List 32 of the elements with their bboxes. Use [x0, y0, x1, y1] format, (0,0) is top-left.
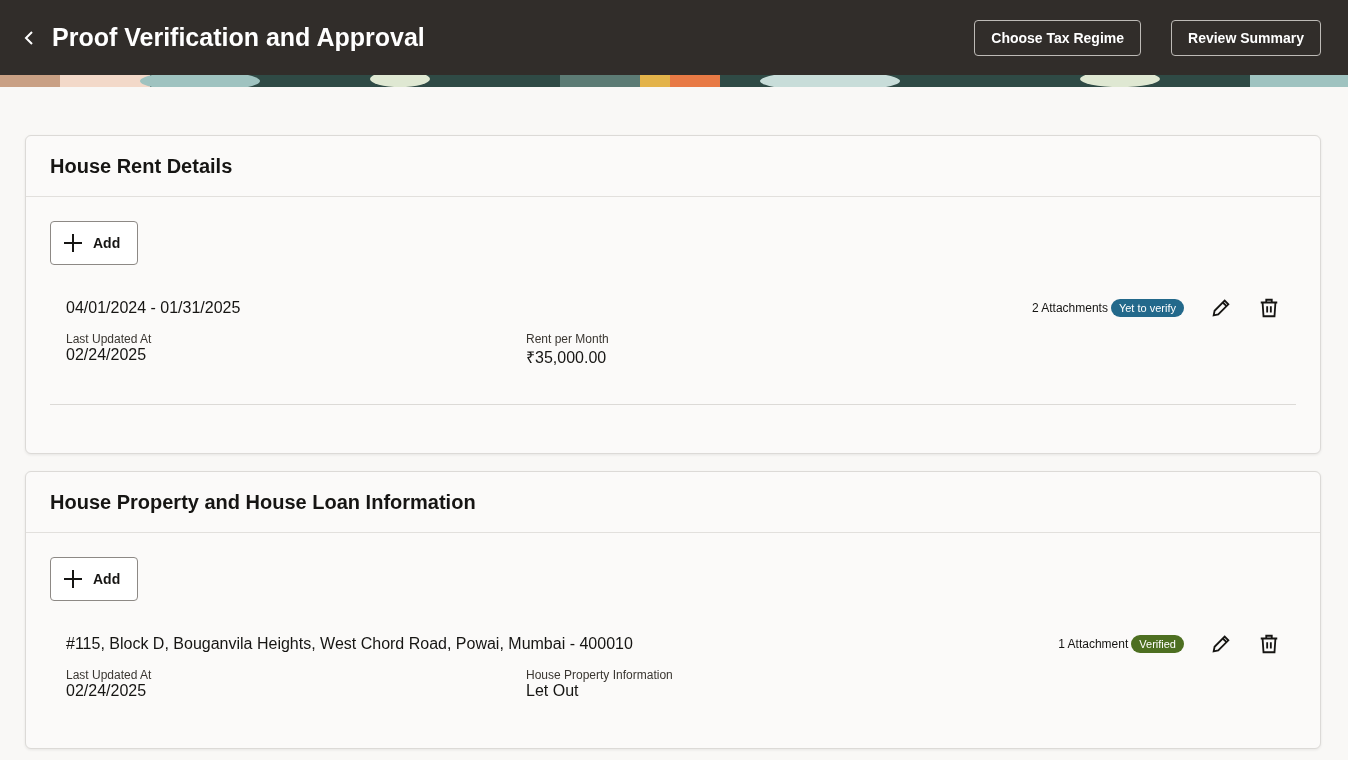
- edit-button[interactable]: [1210, 633, 1232, 655]
- section-title: House Rent Details: [50, 154, 233, 178]
- add-button[interactable]: Add: [50, 557, 138, 601]
- header-button[interactable]: Choose Tax Regime: [974, 19, 1142, 56]
- field-label: Last Updated At: [66, 332, 153, 346]
- field-label: Rent per Month: [526, 332, 610, 346]
- attachments-link[interactable]: 2 Attachments: [1031, 301, 1108, 315]
- pencil-icon: [1210, 633, 1232, 655]
- trash-icon: [1258, 297, 1280, 319]
- delete-button[interactable]: [1258, 633, 1280, 655]
- pencil-icon: [1210, 297, 1232, 319]
- section-title: House Property and House Loan Information: [50, 490, 476, 514]
- edit-button[interactable]: [1210, 297, 1232, 319]
- plus-icon: [63, 233, 83, 253]
- field-label: Last Updated At: [66, 668, 153, 682]
- delete-button[interactable]: [1258, 297, 1280, 319]
- trash-icon: [1258, 633, 1280, 655]
- attachments-link[interactable]: 1 Attachment: [1058, 637, 1129, 651]
- field-value: 02/24/2025: [66, 346, 148, 364]
- field-value: Let Out: [526, 682, 580, 700]
- back-icon: [22, 29, 36, 46]
- record-heading: 04/01/2024 - 01/31/2025: [66, 299, 242, 317]
- plus-icon: [63, 569, 83, 589]
- status-badge: Verified: [1131, 635, 1184, 653]
- add-button[interactable]: Add: [50, 221, 138, 265]
- field-value: ₹35,000.00: [526, 348, 608, 368]
- field-value: 02/24/2025: [66, 682, 148, 700]
- page-title: Proof Verification and Approval: [52, 23, 426, 52]
- field-label: House Property Information: [526, 668, 674, 682]
- header-button[interactable]: Review Summary: [1171, 19, 1321, 56]
- record-heading: #115, Block D, Bouganvila Heights, West Chord Road, Powai, Mumbai - 400010: [66, 635, 634, 653]
- status-badge: Yet to verify: [1110, 299, 1184, 317]
